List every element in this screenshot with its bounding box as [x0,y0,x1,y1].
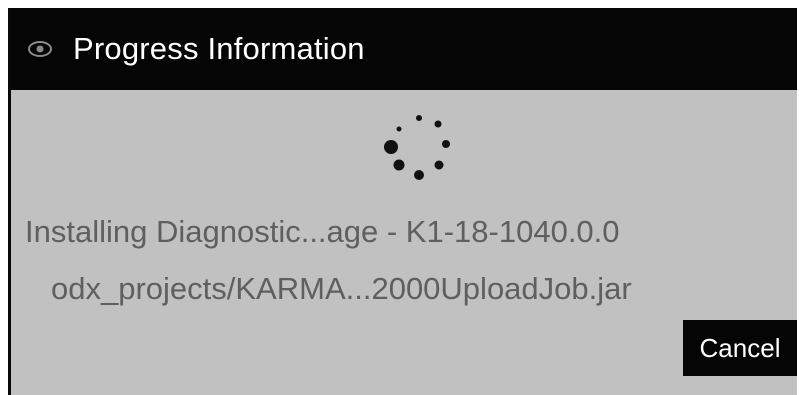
eye-icon [28,41,52,57]
dialog-titlebar[interactable]: Progress Information [11,8,797,90]
status-text-file: odx_projects/KARMA...2000UploadJob.jar [51,271,632,306]
dialog-title: Progress Information [73,31,365,66]
loading-spinner-icon [384,115,450,180]
progress-dialog: Progress Information Installing Diagnost… [8,8,797,395]
status-text-task: Installing Diagnostic...age - K1-18-1040… [25,214,620,249]
cancel-button[interactable]: Cancel [683,320,797,376]
